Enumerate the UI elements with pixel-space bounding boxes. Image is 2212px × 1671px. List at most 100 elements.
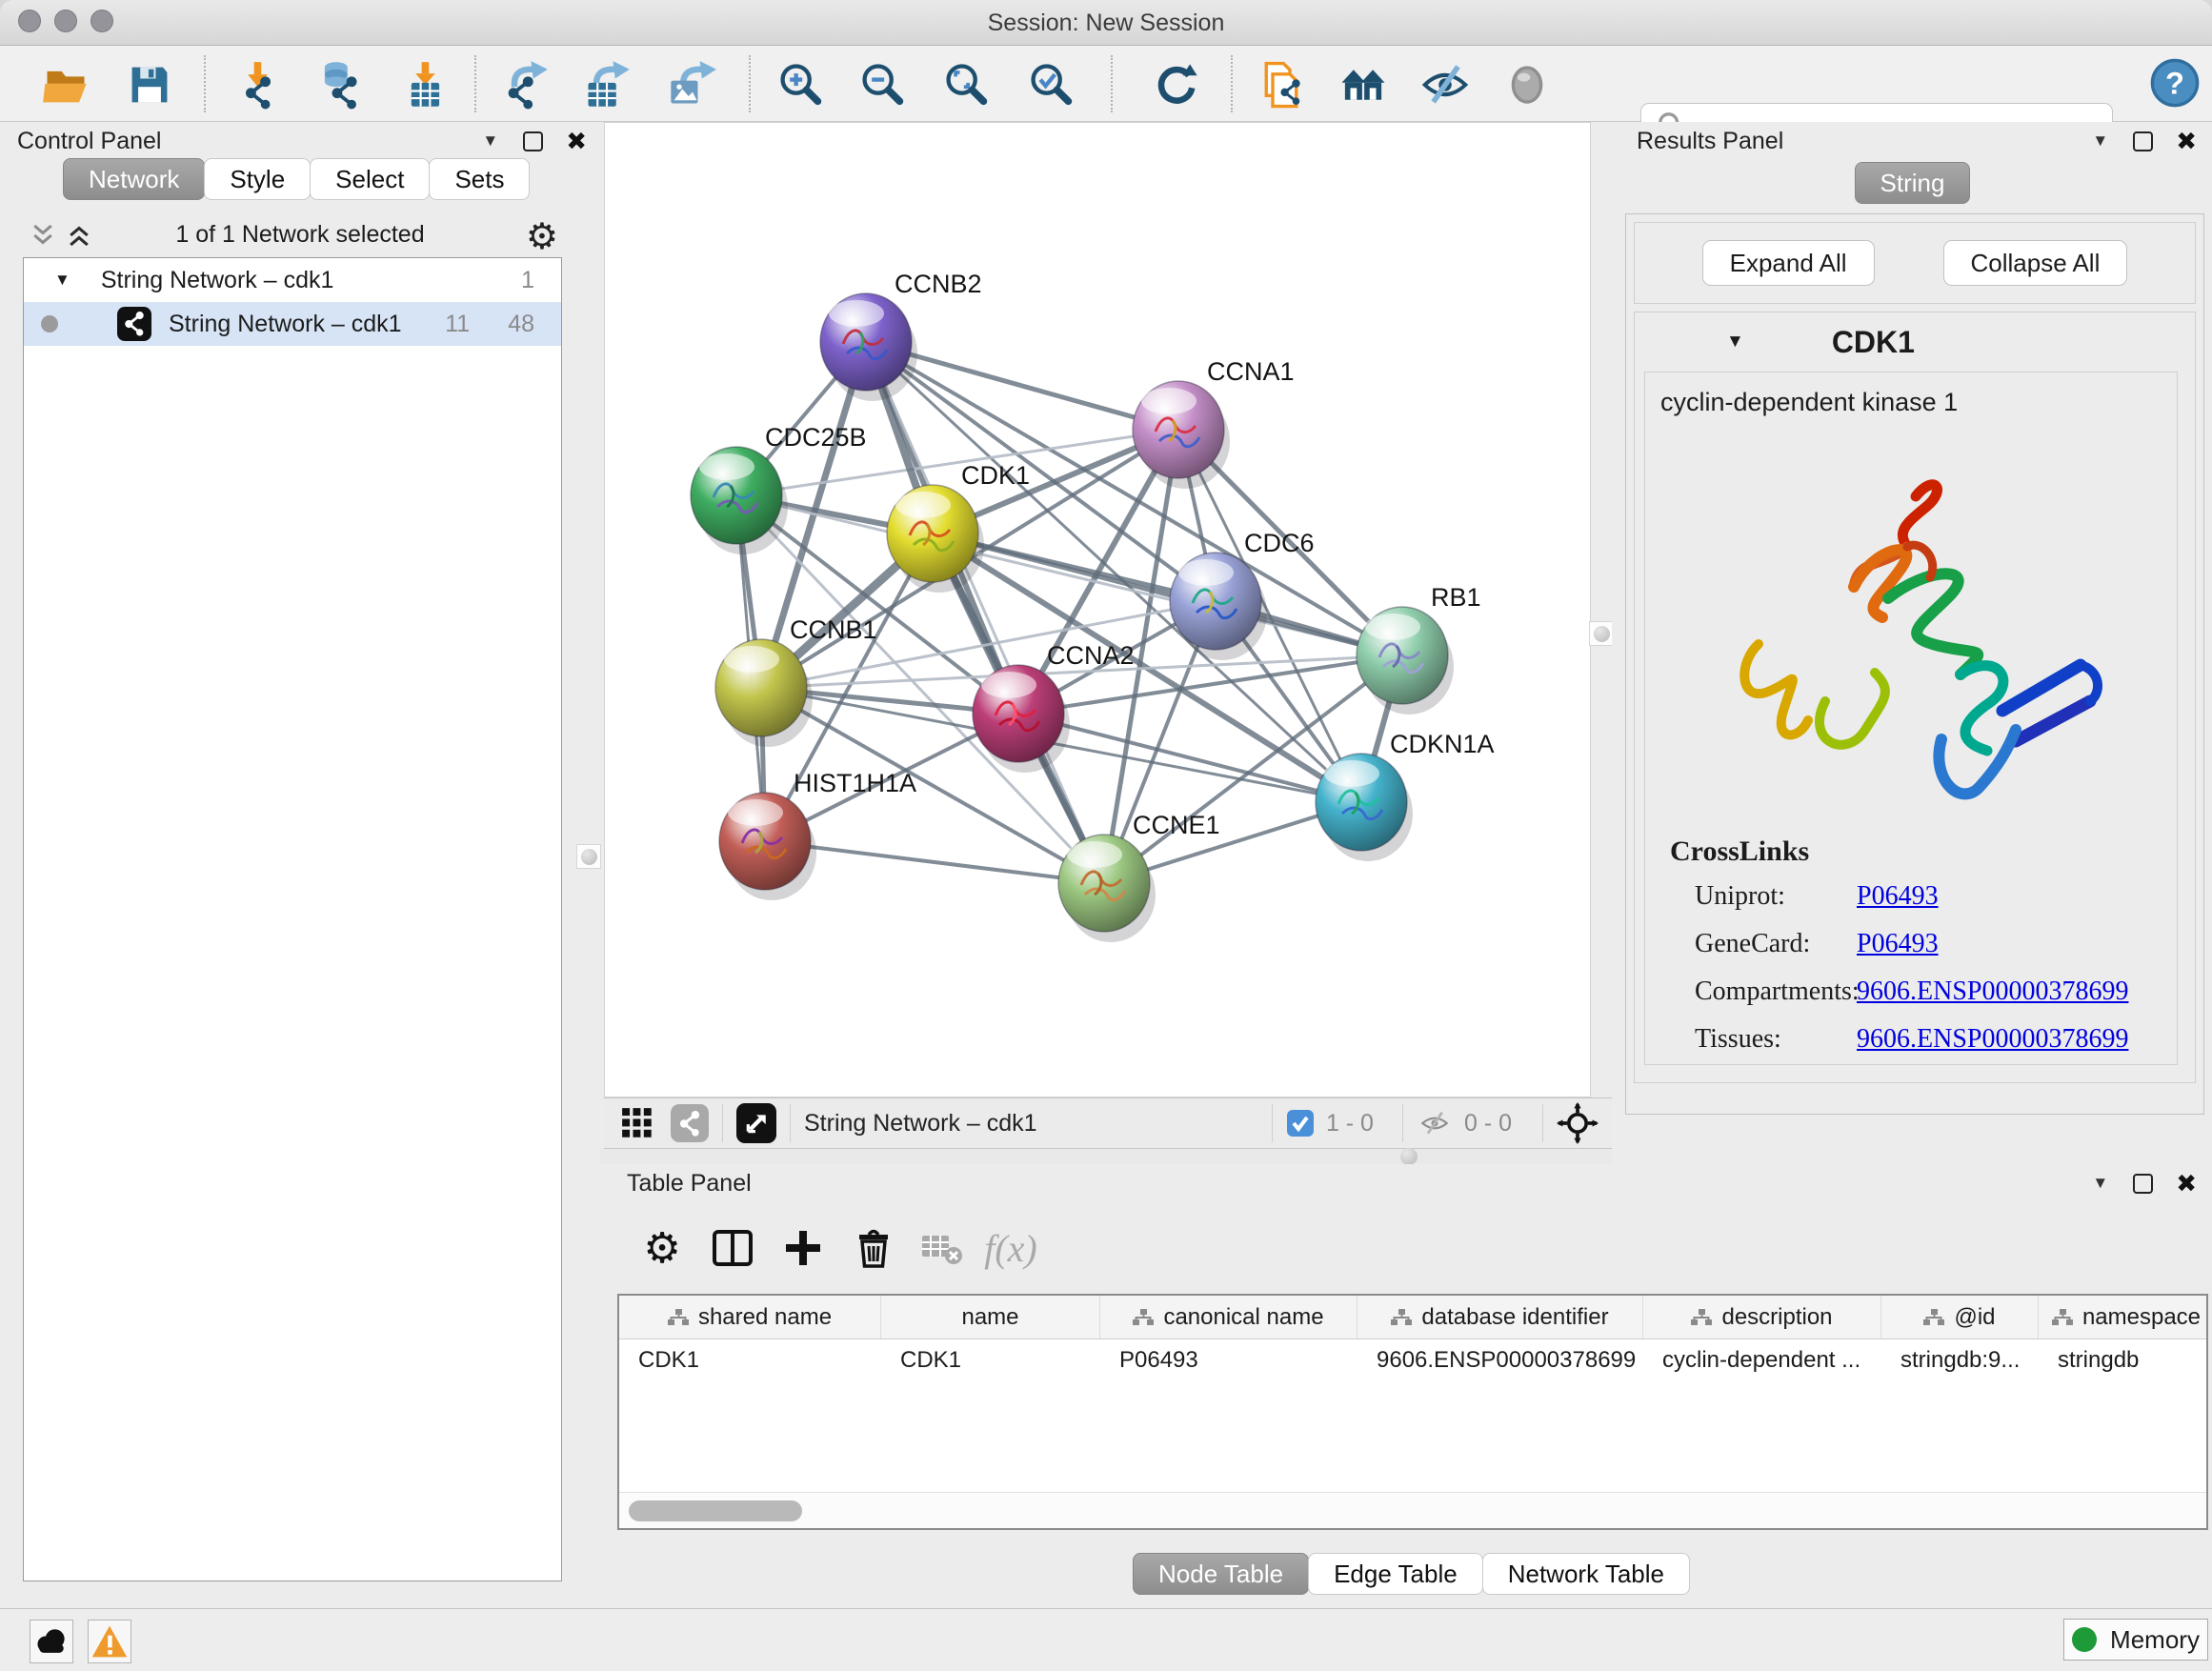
node-label-CDK1: CDK1 bbox=[961, 461, 1030, 490]
table-header-row: shared namenamecanonical namedatabase id… bbox=[619, 1296, 2206, 1339]
network-node-CDC25B[interactable]: CDC25B bbox=[691, 423, 867, 554]
column-header-description[interactable]: description bbox=[1643, 1296, 1881, 1339]
table-panel-menu-icon[interactable]: ▼ bbox=[2092, 1174, 2108, 1193]
gene-details: cyclin-dependent kinase 1 bbox=[1644, 372, 2178, 1065]
table-horizontal-scrollbar[interactable] bbox=[619, 1492, 2206, 1528]
results-panel-close-icon[interactable]: ✖ bbox=[2176, 127, 2197, 156]
network-collection-row[interactable]: ▼ String Network – cdk1 1 bbox=[24, 258, 561, 302]
cloud-button[interactable] bbox=[30, 1620, 73, 1663]
control-panel-float-icon[interactable] bbox=[523, 131, 543, 151]
crosslink-link[interactable]: 9606.ENSP00000378699 bbox=[1857, 1024, 2128, 1055]
zoom-selected-icon[interactable] bbox=[1025, 59, 1076, 111]
tab-string[interactable]: String bbox=[1855, 162, 1971, 204]
control-panel-close-icon[interactable]: ✖ bbox=[566, 127, 587, 156]
table-gear-icon[interactable]: ⚙ bbox=[634, 1220, 690, 1276]
network-node-CDC6[interactable]: CDC6 bbox=[1170, 529, 1315, 660]
column-header-canonical-name[interactable]: canonical name bbox=[1100, 1296, 1357, 1339]
app-window: Session: New Session bbox=[0, 0, 2212, 1671]
node-table[interactable]: shared namenamecanonical namedatabase id… bbox=[617, 1294, 2208, 1530]
table-panel-float-icon[interactable] bbox=[2133, 1174, 2153, 1194]
results-panel-splitter-handle[interactable] bbox=[1589, 621, 1614, 646]
import-database-icon[interactable] bbox=[312, 59, 364, 111]
table-cell: stringdb bbox=[2039, 1339, 2208, 1381]
network-canvas[interactable]: CCNB2CCNA1CDC25BCDK1CDC6RB1CCNB1CCNA2CDK… bbox=[604, 122, 1591, 1097]
results-panel-menu-icon[interactable]: ▼ bbox=[2092, 131, 2108, 151]
import-network-icon[interactable] bbox=[232, 59, 284, 111]
selected-checkbox-icon[interactable] bbox=[1286, 1109, 1315, 1137]
column-header-namespace[interactable]: namespace bbox=[2039, 1296, 2208, 1339]
export-image-icon[interactable] bbox=[666, 59, 717, 111]
control-panel-menu-icon[interactable]: ▼ bbox=[482, 131, 498, 151]
tab-select[interactable]: Select bbox=[310, 158, 430, 200]
tab-edge-table[interactable]: Edge Table bbox=[1308, 1553, 1483, 1595]
network-node-HIST1H1A[interactable]: HIST1H1A bbox=[719, 769, 916, 900]
crosslink-link[interactable]: 9606.ENSP00000378699 bbox=[1857, 976, 2128, 1007]
crosslink-link[interactable]: P06493 bbox=[1857, 929, 1939, 959]
open-session-icon[interactable] bbox=[40, 59, 91, 111]
tab-sets[interactable]: Sets bbox=[429, 158, 530, 200]
column-header-database-identifier[interactable]: database identifier bbox=[1357, 1296, 1643, 1339]
scrollbar-thumb[interactable] bbox=[629, 1500, 802, 1521]
svg-text:?: ? bbox=[2165, 65, 2184, 100]
hidden-eye-slash-icon[interactable] bbox=[1417, 1107, 1453, 1139]
toolbar-separator bbox=[1111, 55, 1113, 112]
fit-content-crosshair-icon[interactable] bbox=[1557, 1102, 1599, 1144]
network-node-CCNA1[interactable]: CCNA1 bbox=[1133, 357, 1295, 489]
zoom-out-icon[interactable] bbox=[856, 59, 908, 111]
network-options-gear-icon[interactable]: ⚙ bbox=[526, 215, 558, 258]
tree-expander-icon[interactable]: ▼ bbox=[54, 271, 70, 290]
crosslinks-block: CrossLinks Uniprot:P06493GeneCard:P06493… bbox=[1645, 836, 2177, 1065]
export-table-icon[interactable] bbox=[581, 59, 633, 111]
column-type-icon bbox=[1133, 1309, 1154, 1326]
tab-network[interactable]: Network bbox=[63, 158, 205, 200]
export-network-icon[interactable] bbox=[499, 59, 551, 111]
network-node-RB1[interactable]: RB1 bbox=[1357, 583, 1481, 715]
tab-node-table[interactable]: Node Table bbox=[1133, 1553, 1309, 1595]
table-panel-close-icon[interactable]: ✖ bbox=[2176, 1169, 2197, 1198]
table-cell: 9606.ENSP00000378699 bbox=[1357, 1339, 1643, 1381]
zoom-in-icon[interactable] bbox=[774, 59, 826, 111]
network-node-CCNB2[interactable]: CCNB2 bbox=[820, 270, 982, 401]
separator bbox=[722, 1104, 723, 1142]
crosslinks-title: CrossLinks bbox=[1670, 836, 2177, 868]
show-columns-icon[interactable] bbox=[705, 1220, 760, 1276]
crosslink-link[interactable]: P06493 bbox=[1857, 881, 1939, 912]
zoom-fit-icon[interactable] bbox=[940, 59, 992, 111]
open-in-new-window-icon[interactable] bbox=[736, 1103, 776, 1143]
collapse-all-button[interactable]: Collapse All bbox=[1943, 240, 2128, 286]
network-node-CDKN1A[interactable]: CDKN1A bbox=[1316, 730, 1495, 861]
hide-glass-icon[interactable] bbox=[1419, 59, 1471, 111]
table-panel-splitter-handle[interactable] bbox=[1400, 1148, 1418, 1165]
memory-button[interactable]: Memory bbox=[2063, 1619, 2208, 1661]
tab-style[interactable]: Style bbox=[204, 158, 311, 200]
save-session-icon[interactable] bbox=[124, 59, 175, 111]
tab-network-table[interactable]: Network Table bbox=[1482, 1553, 1690, 1595]
expand-all-button[interactable]: Expand All bbox=[1702, 240, 1875, 286]
birds-eye-grid-icon[interactable] bbox=[621, 1107, 654, 1139]
results-panel-float-icon[interactable] bbox=[2133, 131, 2153, 151]
network-node-CDK1[interactable]: CDK1 bbox=[887, 461, 1030, 593]
column-header-shared-name[interactable]: shared name bbox=[619, 1296, 881, 1339]
table-row[interactable]: CDK1CDK1P064939606.ENSP00000378699cyclin… bbox=[619, 1339, 2206, 1381]
string-tab-badge-icon[interactable] bbox=[671, 1104, 709, 1142]
column-header-@id[interactable]: @id bbox=[1881, 1296, 2039, 1339]
gene-section-expander-icon[interactable]: ▼ bbox=[1726, 332, 1744, 352]
warning-icon bbox=[90, 1623, 129, 1660]
add-column-icon[interactable] bbox=[775, 1220, 831, 1276]
network-row-selected[interactable]: String Network – cdk1 11 48 bbox=[24, 302, 561, 346]
separator bbox=[1272, 1104, 1273, 1142]
crosslink-label: GeneCard: bbox=[1670, 929, 1857, 959]
column-header-name[interactable]: name bbox=[881, 1296, 1100, 1339]
network-node-CCNE1[interactable]: CCNE1 bbox=[1058, 811, 1220, 942]
import-table-icon[interactable] bbox=[400, 59, 452, 111]
network-graph[interactable]: CCNB2CCNA1CDC25BCDK1CDC6RB1CCNB1CCNA2CDK… bbox=[605, 123, 1592, 1098]
table-panel: Table Panel ▼ ✖ ⚙ f( bbox=[600, 1164, 2212, 1608]
delete-column-icon[interactable] bbox=[846, 1220, 901, 1276]
control-panel-splitter-handle[interactable] bbox=[576, 844, 601, 869]
warnings-button[interactable] bbox=[88, 1620, 131, 1663]
clone-network-icon[interactable] bbox=[1256, 59, 1307, 111]
protein-structure-image bbox=[1645, 425, 2177, 830]
help-icon[interactable]: ? bbox=[2149, 57, 2201, 109]
refresh-icon[interactable] bbox=[1151, 59, 1202, 111]
string-home-icon[interactable] bbox=[1337, 59, 1389, 111]
